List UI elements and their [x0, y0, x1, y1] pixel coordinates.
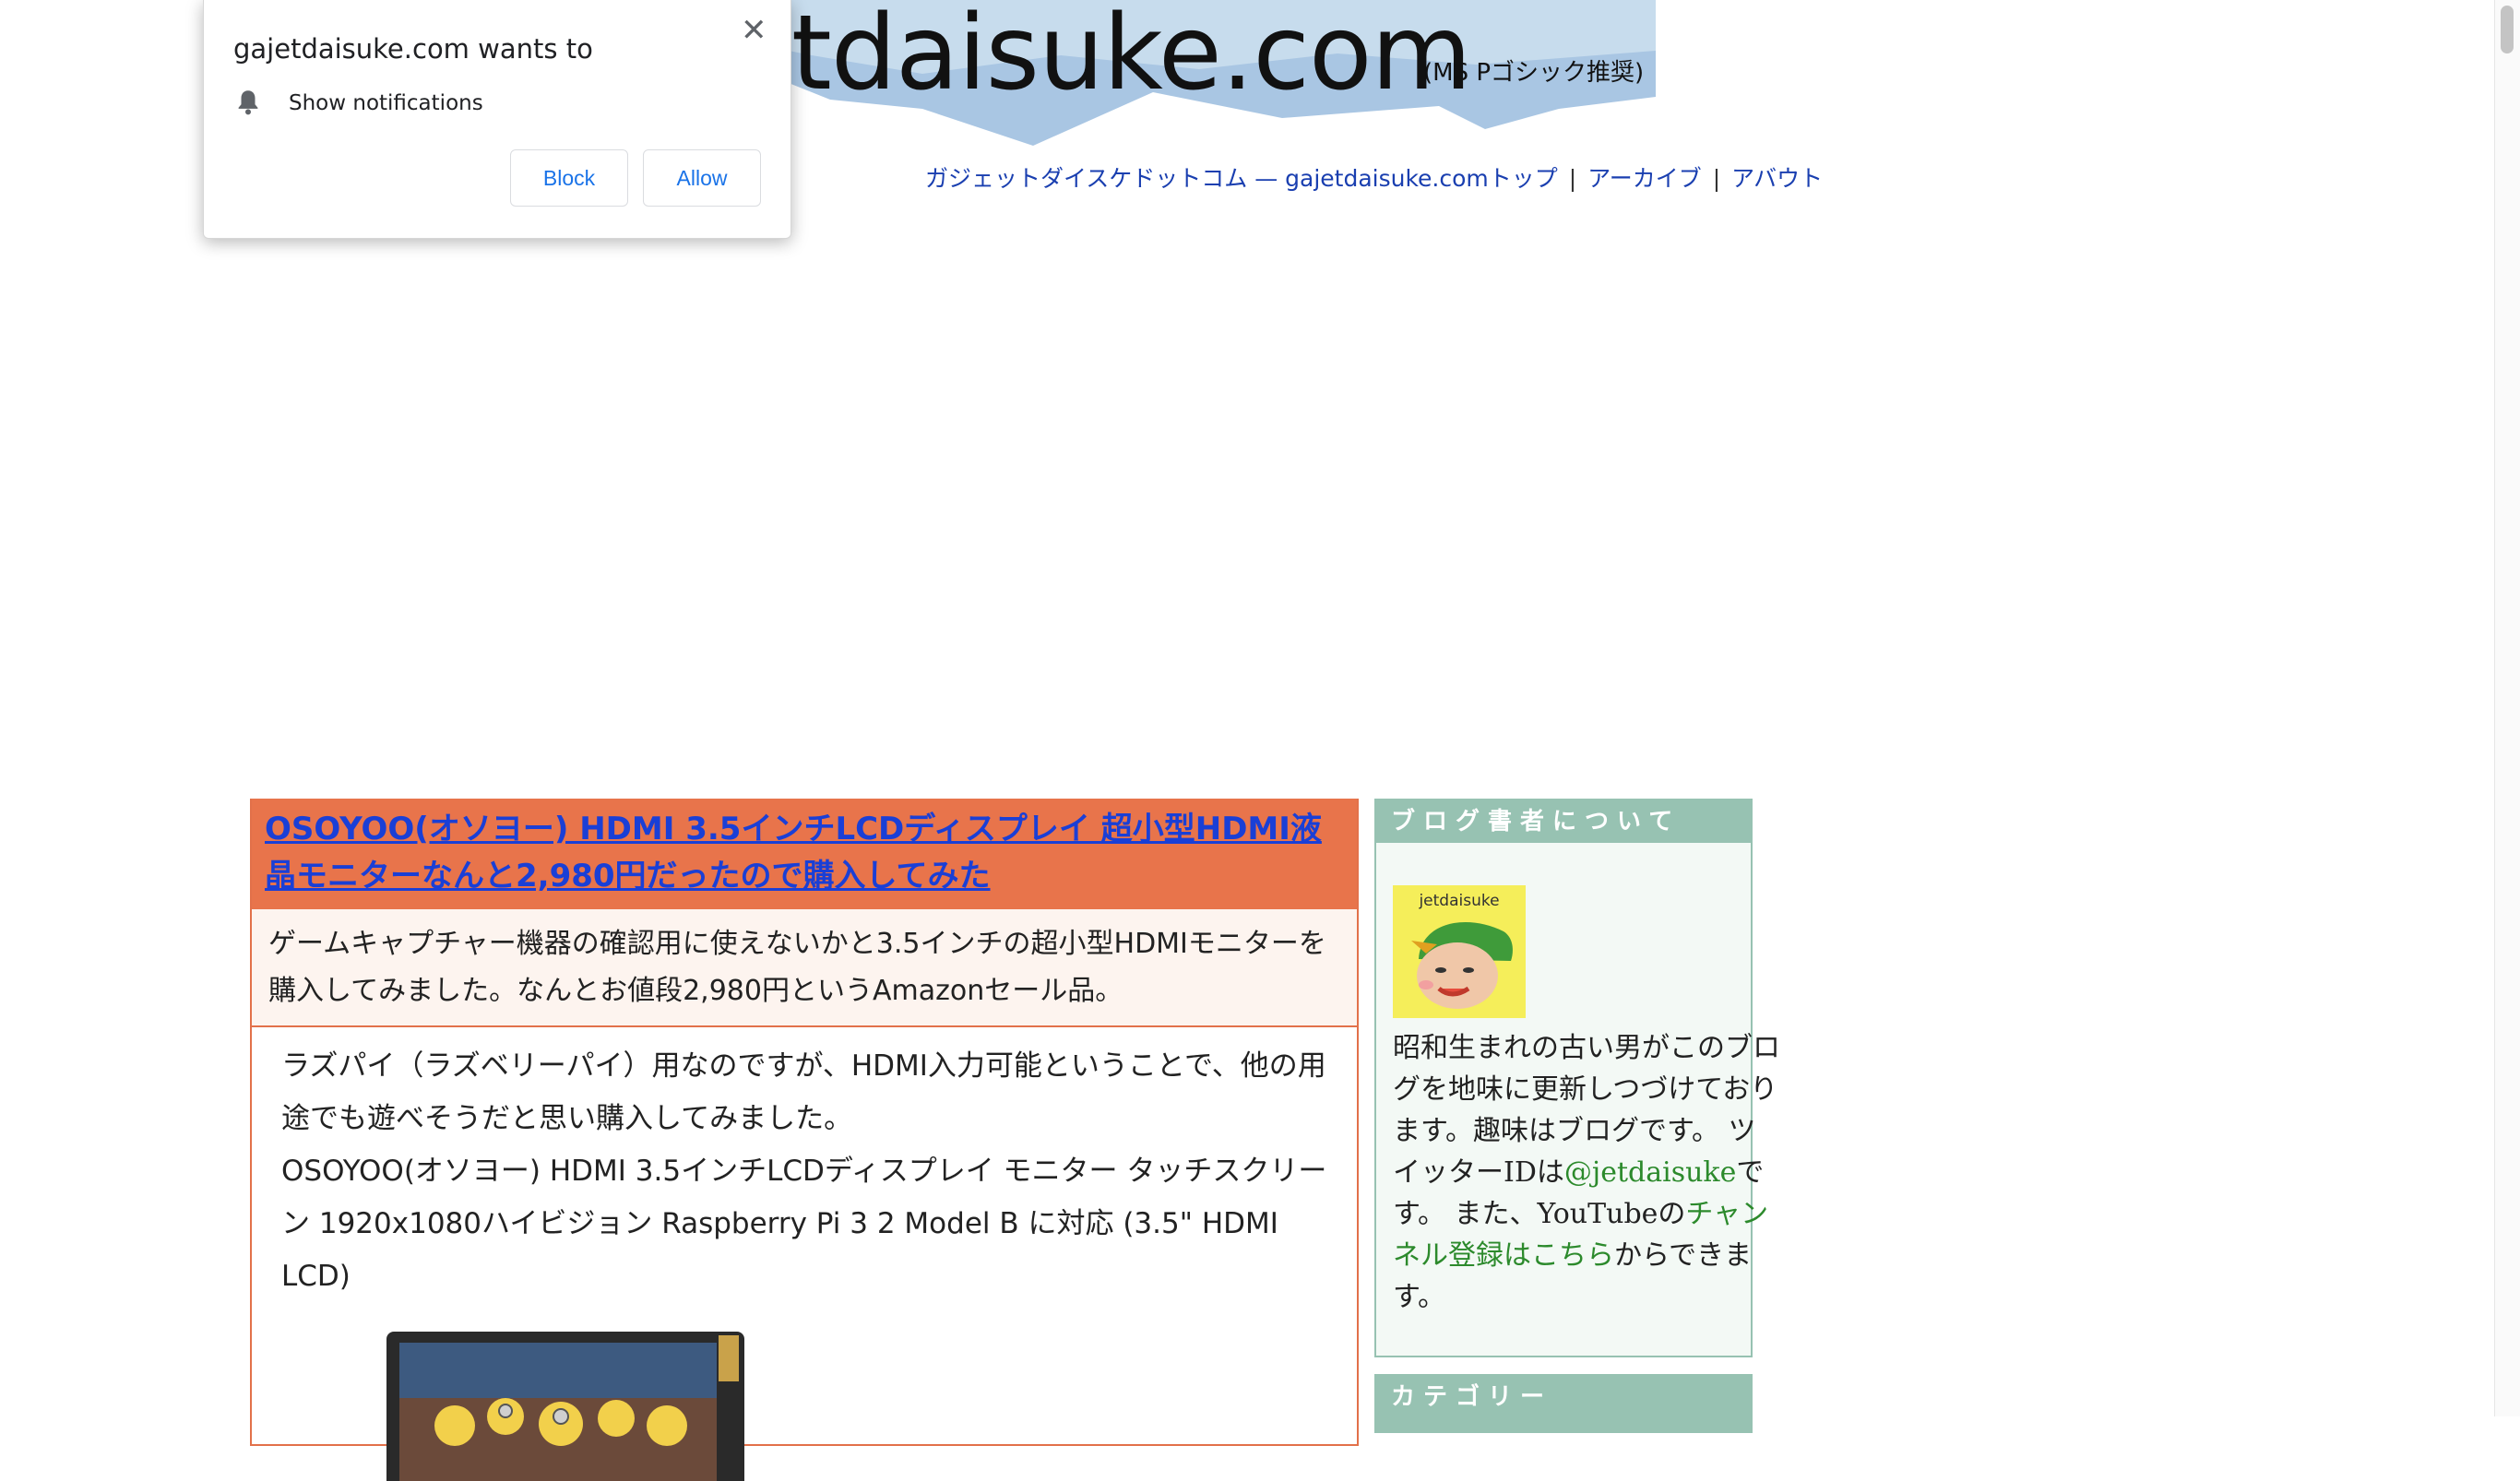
article-summary: ゲームキャプチャー機器の確認用に使えないかと3.5インチの超小型HDMIモニター… [252, 909, 1357, 1027]
article-title-link[interactable]: OSOYOO(オソヨー) HDMI 3.5インチLCDディスプレイ 超小型HDM… [265, 811, 1322, 895]
top-navigation: ガジェットダイスケドットコム — gajetdaisuke.comトップ | アーカ… [925, 160, 1823, 194]
permission-label: Show notifications [289, 91, 483, 115]
article-card: OSOYOO(オソヨー) HDMI 3.5インチLCDディスプレイ 超小型HDM… [250, 799, 1359, 1481]
nav-archive-link[interactable]: アーカイブ [1587, 165, 1702, 192]
sidebar-category-box: カテゴリー [1374, 1374, 1753, 1433]
nav-home-link[interactable]: ガジェットダイスケドットコム — gajetdaisuke.comトップ [925, 165, 1558, 192]
nav-separator: | [1568, 165, 1577, 192]
scrollbar-thumb[interactable] [2501, 6, 2514, 53]
page-scrollbar[interactable] [2494, 0, 2520, 1416]
sidebar-about-box: ブログ書者について jetdaisuke 昭和生まれの古い男がこのブログを地味に… [1374, 799, 1780, 1357]
article-paragraph: ラズパイ（ラズベリーパイ）用なのですが、HDMI入力可能ということで、他の用途で… [281, 1049, 1326, 1135]
sidebar-about-heading: ブログ書者について [1376, 800, 1751, 843]
article-body: ラズパイ（ラズベリーパイ）用なのですが、HDMI入力可能ということで、他の用途で… [252, 1027, 1357, 1316]
nav-about-link[interactable]: アバウト [1731, 165, 1823, 192]
avatar-label: jetdaisuke [1418, 892, 1499, 910]
author-avatar[interactable]: jetdaisuke [1393, 885, 1526, 1018]
font-recommendation-note: (MS Pゴシック推奨) [1423, 59, 1645, 87]
block-button[interactable]: Block [510, 149, 628, 207]
author-bio: 昭和生まれの古い男がこのブログを地味に更新しつづけております。趣味はブログです。… [1393, 1027, 1780, 1318]
twitter-link[interactable]: @jetdaisuke [1564, 1156, 1736, 1189]
article-header: OSOYOO(オソヨー) HDMI 3.5インチLCDディスプレイ 超小型HDM… [252, 799, 1357, 909]
bell-icon [238, 90, 258, 115]
nav-separator: | [1712, 165, 1721, 192]
close-icon[interactable]: ✕ [741, 13, 767, 48]
site-logo-text: etdaisuke.com [729, 0, 1472, 113]
product-image[interactable] [316, 1315, 750, 1481]
notification-permission-popup: gajetdaisuke.com wants to ✕ Show notific… [203, 0, 791, 239]
popup-title: gajetdaisuke.com wants to [233, 33, 593, 65]
sidebar-category-heading: カテゴリー [1376, 1376, 1751, 1418]
allow-button[interactable]: Allow [643, 149, 761, 207]
article-product-name: OSOYOO(オソヨー) HDMI 3.5インチLCDディスプレイ モニター タ… [281, 1155, 1327, 1293]
